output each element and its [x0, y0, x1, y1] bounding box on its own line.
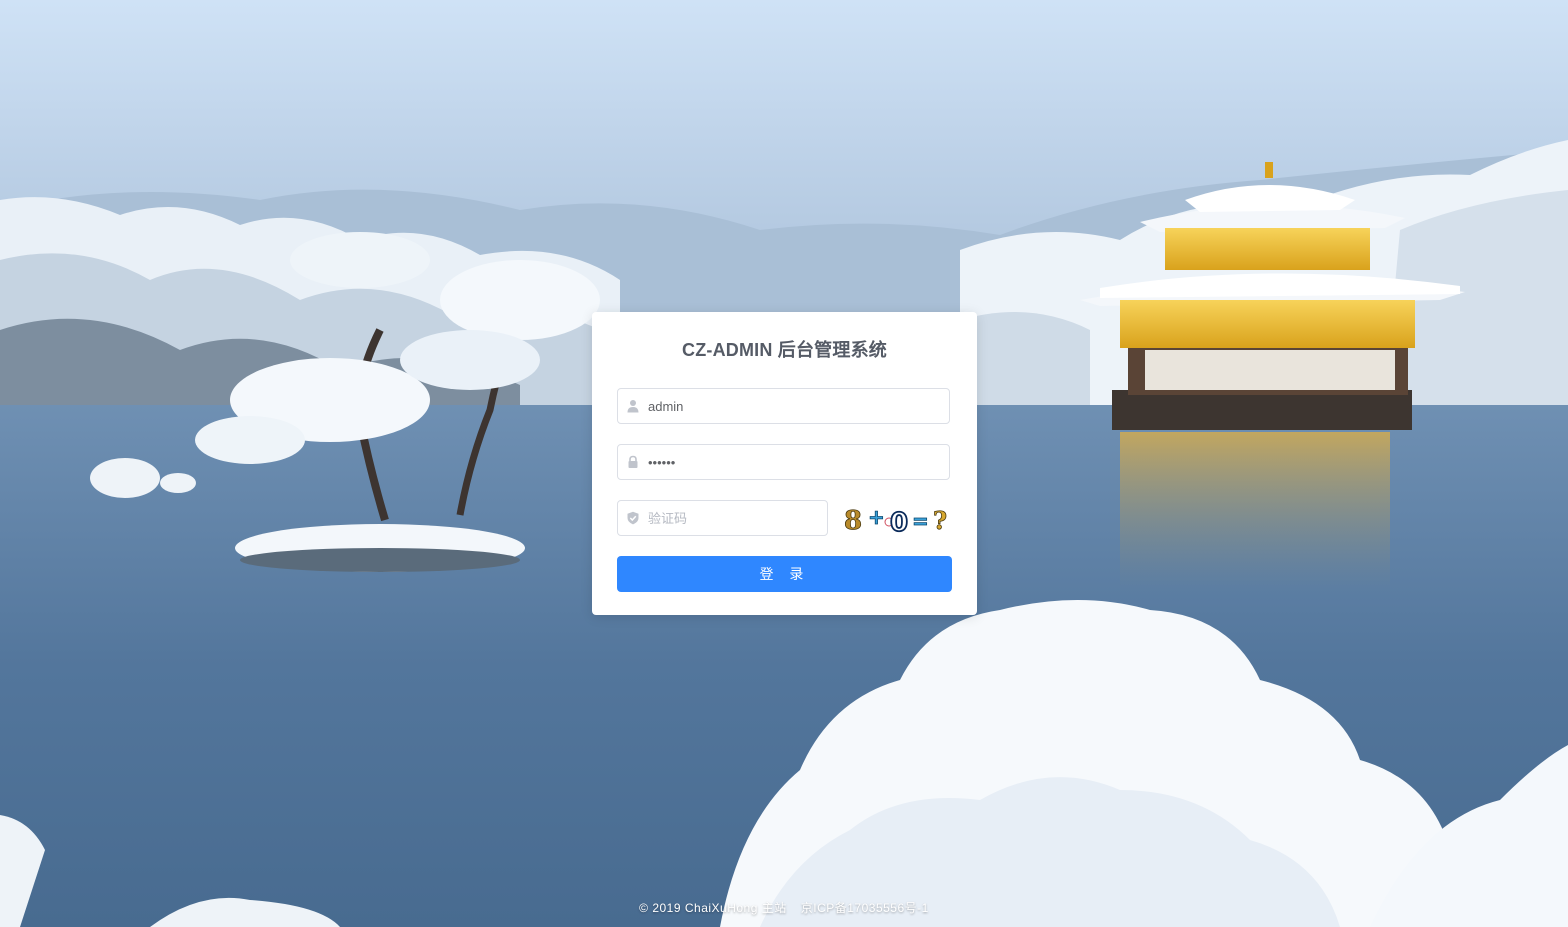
footer-copyright: © 2019 ChaiXuHong 主站 — [639, 901, 787, 915]
captcha-input[interactable] — [648, 501, 818, 535]
svg-text:?: ? — [933, 506, 947, 535]
login-button[interactable]: 登 录 — [617, 556, 952, 592]
user-icon — [626, 399, 640, 413]
login-title: CZ-ADMIN 后台管理系统 — [682, 340, 887, 360]
svg-text:0: 0 — [890, 508, 908, 536]
login-card: CZ-ADMIN 后台管理系统 8 — [592, 312, 977, 615]
svg-text:8: 8 — [844, 506, 862, 536]
svg-text:+: + — [868, 505, 885, 529]
icp-link[interactable]: 京ICP备17035556号-1 — [801, 901, 929, 915]
captcha-image[interactable]: 8 + 0 = ? — [842, 500, 952, 539]
username-field[interactable] — [617, 388, 950, 424]
username-input[interactable] — [648, 389, 938, 423]
captcha-field[interactable] — [617, 500, 828, 536]
lock-icon — [626, 455, 640, 469]
password-input[interactable] — [648, 445, 938, 479]
password-field[interactable] — [617, 444, 950, 480]
shield-icon — [626, 511, 640, 525]
footer: © 2019 ChaiXuHong 主站 京ICP备17035556号-1 — [0, 899, 1568, 916]
svg-text:=: = — [912, 509, 929, 533]
